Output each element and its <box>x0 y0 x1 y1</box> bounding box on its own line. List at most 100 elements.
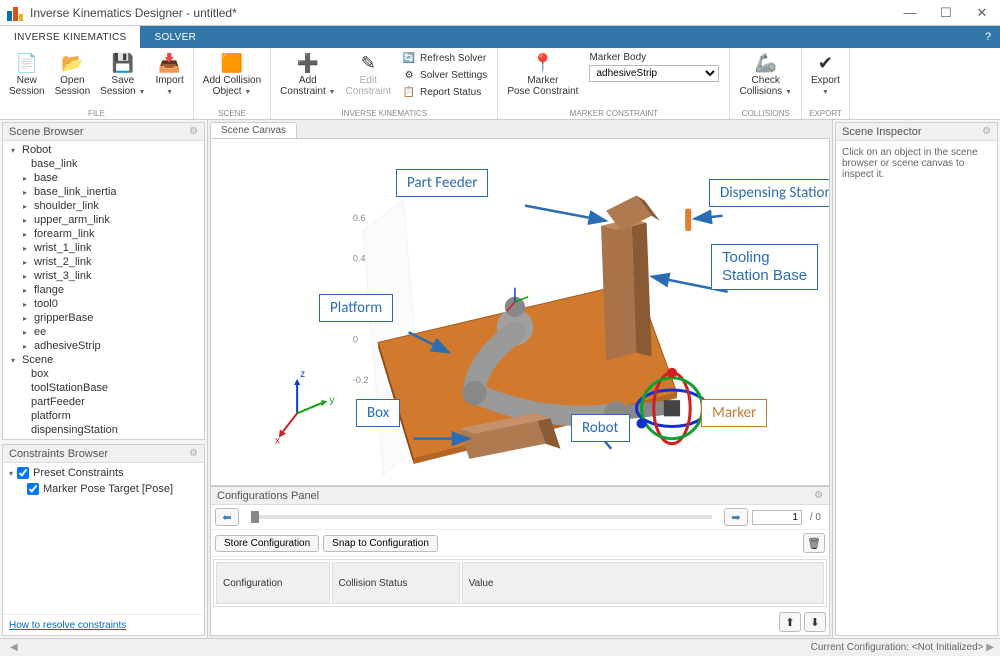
config-slider[interactable] <box>251 515 712 519</box>
marker-body-select[interactable]: adhesiveStrip <box>589 65 719 82</box>
title-bar: Inverse Kinematics Designer - untitled* … <box>0 0 1000 26</box>
tab-inverse-kinematics[interactable]: INVERSE KINEMATICS <box>0 26 140 48</box>
tree-node-ee[interactable]: ▸ee <box>3 325 204 339</box>
new-icon: 📄 <box>16 52 38 74</box>
report-status-button[interactable]: 📋Report Status <box>400 84 489 100</box>
inspector-gear-icon[interactable]: ⚙ <box>982 126 991 137</box>
constraints-browser-title: Constraints Browser <box>9 448 108 460</box>
config-total: / 0 <box>806 512 825 523</box>
tree-node-box[interactable]: box <box>3 367 204 381</box>
config-prev-button[interactable]: ⬅ <box>215 508 239 526</box>
annotation-platform: Platform <box>319 294 393 322</box>
config-next-button[interactable]: ➡ <box>724 508 748 526</box>
tree-node-platform[interactable]: platform <box>3 409 204 423</box>
tree-node-dispensingStation[interactable]: dispensingStation <box>3 423 204 437</box>
status-label: Current Configuration: <box>811 642 909 653</box>
status-bar: ◀ Current Configuration: <Not Initialize… <box>0 638 1000 656</box>
tree-node-wrist_2_link[interactable]: ▸wrist_2_link <box>3 255 204 269</box>
add-collision-object-button[interactable]: 🟧Add CollisionObject ▼ <box>198 50 266 108</box>
tree-node-shoulder_link[interactable]: ▸shoulder_link <box>3 199 204 213</box>
tree-node-partFeeder[interactable]: partFeeder <box>3 395 204 409</box>
close-button[interactable]: ✕ <box>964 0 1000 26</box>
annotation-robot: Robot <box>571 414 630 442</box>
config-gear-icon[interactable]: ⚙ <box>814 490 823 501</box>
add-constraint-button[interactable]: ➕AddConstraint ▼ <box>275 50 340 108</box>
group-label-file: FILE <box>4 108 189 119</box>
save-session-button[interactable]: 💾SaveSession ▼ <box>95 50 150 108</box>
config-index-input[interactable] <box>752 510 802 525</box>
add-constraint-icon: ➕ <box>297 52 319 74</box>
store-config-button[interactable]: Store Configuration <box>215 535 319 552</box>
help-icon[interactable]: ? <box>976 26 1000 48</box>
import-icon: 📥 <box>159 52 181 74</box>
group-label-export: EXPORT <box>806 108 845 119</box>
check-collisions-button[interactable]: 🦾CheckCollisions ▼ <box>734 50 797 108</box>
marker-pose-constraint-button[interactable]: 📍MarkerPose Constraint <box>502 50 583 108</box>
delete-config-button[interactable]: 🗑 <box>803 533 825 553</box>
move-up-button[interactable]: ⬆ <box>779 612 801 632</box>
group-label-marker: MARKER CONSTRAINT <box>502 108 725 119</box>
scroll-left-icon[interactable]: ◀ <box>10 642 18 653</box>
marker-icon: 📍 <box>532 52 554 74</box>
col-collision-status[interactable]: Collision Status <box>332 562 460 604</box>
scene-browser-gear-icon[interactable]: ⚙ <box>189 126 198 137</box>
scene-tree: ▾Robot base_link▸base▸base_link_inertia▸… <box>3 143 204 437</box>
status-value: <Not Initialized> <box>912 642 984 653</box>
tree-node-flange[interactable]: ▸flange <box>3 283 204 297</box>
maximize-button[interactable]: ☐ <box>928 0 964 26</box>
open-session-button[interactable]: 📂OpenSession <box>50 50 96 108</box>
svg-text:0: 0 <box>353 334 358 344</box>
edit-constraint-icon: ✎ <box>357 52 379 74</box>
tree-node-upper_arm_link[interactable]: ▸upper_arm_link <box>3 213 204 227</box>
col-configuration[interactable]: Configuration <box>216 562 330 604</box>
tab-solver[interactable]: SOLVER <box>140 26 210 48</box>
tree-node-forearm_link[interactable]: ▸forearm_link <box>3 227 204 241</box>
tree-node-robot[interactable]: ▾Robot <box>3 143 204 157</box>
tree-node-scene[interactable]: ▾Scene <box>3 353 204 367</box>
check-collisions-icon: 🦾 <box>755 52 777 74</box>
edit-constraint-button: ✎EditConstraint <box>340 50 396 108</box>
collision-icon: 🟧 <box>221 52 243 74</box>
config-panel-title: Configurations Panel <box>217 490 319 502</box>
window-title: Inverse Kinematics Designer - untitled* <box>30 6 892 20</box>
new-session-button[interactable]: 📄NewSession <box>4 50 50 108</box>
preset-constraints-row[interactable]: ▾Preset Constraints <box>3 465 204 481</box>
constraints-gear-icon[interactable]: ⚙ <box>189 448 198 459</box>
tree-node-base[interactable]: ▸base <box>3 171 204 185</box>
solver-settings-button[interactable]: ⚙Solver Settings <box>400 67 489 83</box>
svg-text:0.6: 0.6 <box>353 213 366 223</box>
annotation-box: Box <box>356 399 400 427</box>
settings-icon: ⚙ <box>402 68 416 82</box>
import-button[interactable]: 📥Import▼ <box>150 50 188 108</box>
svg-text:y: y <box>330 395 336 406</box>
scene-canvas-tab[interactable]: Scene Canvas <box>210 122 297 138</box>
tree-node-toolStationBase[interactable]: toolStationBase <box>3 381 204 395</box>
tree-node-base_link_inertia[interactable]: ▸base_link_inertia <box>3 185 204 199</box>
refresh-icon: 🔄 <box>402 51 416 65</box>
tree-node-adhesiveStrip[interactable]: ▸adhesiveStrip <box>3 339 204 353</box>
group-label-ik: INVERSE KINEMATICS <box>275 108 493 119</box>
minimize-button[interactable]: — <box>892 0 928 26</box>
tree-node-base_link[interactable]: base_link <box>3 157 204 171</box>
scroll-right-icon[interactable]: ▶ <box>986 642 994 653</box>
ribbon-toolbar: 📄NewSession 📂OpenSession 💾SaveSession ▼ … <box>0 48 1000 120</box>
tree-node-wrist_3_link[interactable]: ▸wrist_3_link <box>3 269 204 283</box>
how-to-resolve-link[interactable]: How to resolve constraints <box>9 620 126 631</box>
save-icon: 💾 <box>112 52 134 74</box>
tree-node-wrist_1_link[interactable]: ▸wrist_1_link <box>3 241 204 255</box>
snap-config-button[interactable]: Snap to Configuration <box>323 535 438 552</box>
refresh-solver-button[interactable]: 🔄Refresh Solver <box>400 50 489 66</box>
tree-node-gripperBase[interactable]: ▸gripperBase <box>3 311 204 325</box>
marker-pose-target-row[interactable]: Marker Pose Target [Pose] <box>3 481 204 497</box>
scene-canvas[interactable]: 0.6 0.4 0.2 0 -0.2 Z <box>210 138 830 486</box>
preset-constraints-checkbox[interactable] <box>17 467 29 479</box>
marker-pose-checkbox[interactable] <box>27 483 39 495</box>
tab-strip: INVERSE KINEMATICS SOLVER ? <box>0 26 1000 48</box>
move-down-button[interactable]: ⬇ <box>804 612 826 632</box>
export-button[interactable]: ✔Export▼ <box>806 50 845 108</box>
annotation-tooling: ToolingStation Base <box>711 244 818 290</box>
scene-inspector-title: Scene Inspector <box>842 126 922 138</box>
tree-node-tool0[interactable]: ▸tool0 <box>3 297 204 311</box>
col-value[interactable]: Value <box>462 562 824 604</box>
svg-text:0.4: 0.4 <box>353 253 366 263</box>
